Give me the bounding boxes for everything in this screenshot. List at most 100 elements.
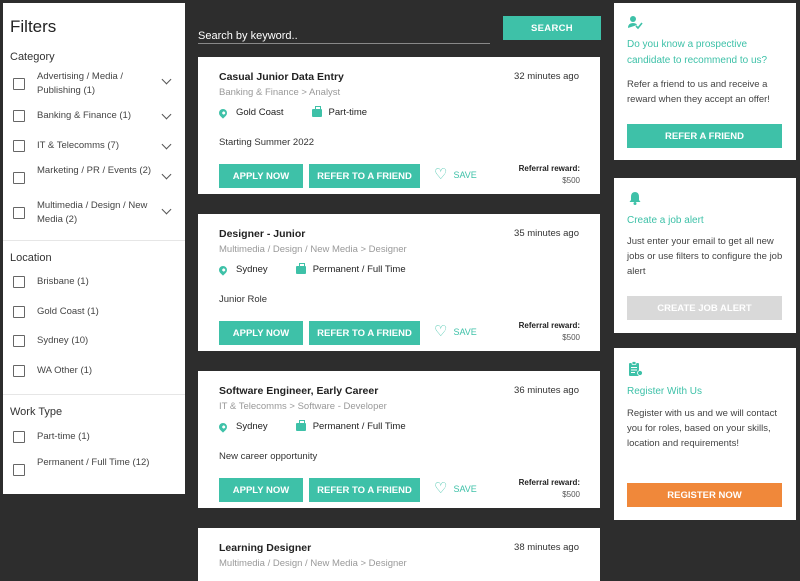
job-meta: Sydney Permanent / Full Time — [217, 419, 406, 433]
reward-label: Referral reward: — [518, 164, 580, 173]
register-now-button[interactable]: REGISTER NOW — [627, 483, 782, 507]
filter-label: Sydney (10) — [37, 335, 89, 346]
filters-title: Filters — [10, 17, 57, 36]
job-time: 35 minutes ago — [514, 228, 579, 239]
job-card: Casual Junior Data Entry 32 minutes ago … — [198, 57, 600, 194]
register-title: Register With Us — [627, 386, 703, 397]
job-card: Learning Designer 38 minutes ago Multime… — [198, 528, 600, 581]
reward-value: $500 — [562, 490, 580, 499]
checkbox[interactable] — [13, 276, 25, 288]
filter-label: Gold Coast (1) — [37, 306, 99, 317]
job-meta: Gold Coast Part-time — [217, 105, 368, 119]
filter-location-wa-other[interactable]: WA Other (1) — [13, 365, 178, 378]
apply-now-button[interactable]: APPLY NOW — [219, 164, 303, 188]
checkbox[interactable] — [13, 306, 25, 318]
checkbox[interactable] — [13, 365, 25, 377]
filter-label: Marketing / PR / Events (2) — [37, 165, 152, 176]
search-field[interactable] — [198, 26, 490, 44]
briefcase-icon — [295, 262, 306, 274]
checkbox[interactable] — [13, 464, 25, 476]
create-job-alert-button[interactable]: CREATE JOB ALERT — [627, 296, 782, 320]
job-location: Gold Coast — [236, 107, 284, 118]
filter-location-sydney[interactable]: Sydney (10) — [13, 335, 178, 348]
refer-friend-button[interactable]: REFER TO A FRIEND — [309, 164, 420, 188]
filter-label: Advertising / Media / Publishing (1) — [37, 71, 124, 96]
location-pin-icon — [217, 106, 229, 119]
apply-now-button[interactable]: APPLY NOW — [219, 321, 303, 345]
job-category: Multimedia / Design / New Media > Design… — [219, 244, 407, 255]
filter-category-multimedia[interactable]: Multimedia / Design / New Media (2) — [13, 200, 178, 227]
location-pin-icon — [217, 263, 229, 276]
filter-category-banking[interactable]: Banking & Finance (1) — [13, 109, 178, 123]
save-job-button[interactable]: ♡ SAVE — [434, 323, 477, 340]
chevron-down-icon[interactable] — [161, 74, 172, 85]
referral-reward: Referral reward: $500 — [519, 320, 580, 344]
job-time: 36 minutes ago — [514, 385, 579, 396]
filter-label: Multimedia / Design / New Media (2) — [37, 200, 148, 225]
refer-friend-button[interactable]: REFER TO A FRIEND — [309, 478, 420, 502]
job-description: Junior Role — [219, 294, 268, 305]
filter-category-it[interactable]: IT & Telecomms (7) — [13, 139, 178, 153]
job-time: 32 minutes ago — [514, 71, 579, 82]
job-meta: Sydney Permanent / Full Time — [217, 262, 406, 276]
filter-label: Permanent / Full Time (12) — [37, 457, 150, 468]
search-button[interactable]: SEARCH — [503, 16, 601, 40]
briefcase-icon — [311, 105, 322, 117]
chevron-down-icon[interactable] — [161, 169, 172, 180]
job-title[interactable]: Software Engineer, Early Career — [219, 385, 378, 397]
refer-panel: Do you know a prospective candidate to r… — [614, 3, 796, 160]
checkbox[interactable] — [13, 78, 25, 90]
chevron-down-icon[interactable] — [161, 109, 172, 120]
job-location: Sydney — [236, 421, 268, 432]
divider — [3, 394, 185, 395]
filter-location-gold-coast[interactable]: Gold Coast (1) — [13, 306, 178, 319]
register-text: Register with us and we will contact you… — [627, 408, 777, 449]
clipboard-icon — [629, 361, 643, 376]
heart-icon: ♡ — [434, 166, 448, 183]
refer-a-friend-button[interactable]: REFER A FRIEND — [627, 124, 782, 148]
filter-label: Brisbane (1) — [37, 276, 89, 287]
filter-category-marketing[interactable]: Marketing / PR / Events (2) — [13, 165, 178, 184]
location-pin-icon — [217, 420, 229, 433]
job-alert-panel: Create a job alert Just enter your email… — [614, 178, 796, 333]
briefcase-icon — [295, 419, 306, 431]
filter-category-advertising[interactable]: Advertising / Media / Publishing (1) — [13, 71, 178, 98]
checkbox[interactable] — [13, 172, 25, 184]
save-job-button[interactable]: ♡ SAVE — [434, 166, 477, 183]
filter-location-brisbane[interactable]: Brisbane (1) — [13, 276, 178, 289]
filter-label: Part-time (1) — [37, 431, 90, 442]
job-description: Starting Summer 2022 — [219, 137, 315, 148]
job-title[interactable]: Casual Junior Data Entry — [219, 71, 344, 83]
reward-label: Referral reward: — [518, 478, 580, 487]
job-card: Software Engineer, Early Career 36 minut… — [198, 371, 600, 508]
referral-reward: Referral reward: $500 — [519, 163, 580, 187]
checkbox[interactable] — [13, 335, 25, 347]
save-job-button[interactable]: ♡ SAVE — [434, 480, 477, 497]
heart-icon: ♡ — [434, 323, 448, 340]
filter-worktype-part-time[interactable]: Part-time (1) — [13, 431, 178, 444]
checkbox[interactable] — [13, 431, 25, 443]
job-work-type: Part-time — [328, 107, 368, 118]
heart-icon: ♡ — [434, 480, 448, 497]
job-work-type: Permanent / Full Time — [312, 264, 406, 275]
job-alert-title: Create a job alert — [627, 215, 704, 226]
chevron-down-icon[interactable] — [161, 204, 172, 215]
search-input[interactable] — [198, 30, 490, 42]
save-label: SAVE — [453, 327, 477, 337]
job-title[interactable]: Designer - Junior — [219, 228, 305, 240]
refer-text: Refer a friend to us and receive a rewar… — [627, 79, 770, 105]
job-category: Banking & Finance > Analyst — [219, 87, 341, 98]
job-category: IT & Telecomms > Software - Developer — [219, 401, 387, 412]
checkbox[interactable] — [13, 140, 25, 152]
filter-worktype-permanent[interactable]: Permanent / Full Time (12) — [13, 457, 178, 476]
filter-label: WA Other (1) — [37, 365, 93, 376]
checkbox[interactable] — [13, 207, 25, 219]
apply-now-button[interactable]: APPLY NOW — [219, 478, 303, 502]
refer-friend-button[interactable]: REFER TO A FRIEND — [309, 321, 420, 345]
register-panel: Register With Us Register with us and we… — [614, 348, 796, 520]
filter-label: Banking & Finance (1) — [37, 110, 131, 121]
location-title: Location — [10, 252, 52, 264]
chevron-down-icon[interactable] — [161, 139, 172, 150]
checkbox[interactable] — [13, 110, 25, 122]
job-title[interactable]: Learning Designer — [219, 542, 311, 554]
